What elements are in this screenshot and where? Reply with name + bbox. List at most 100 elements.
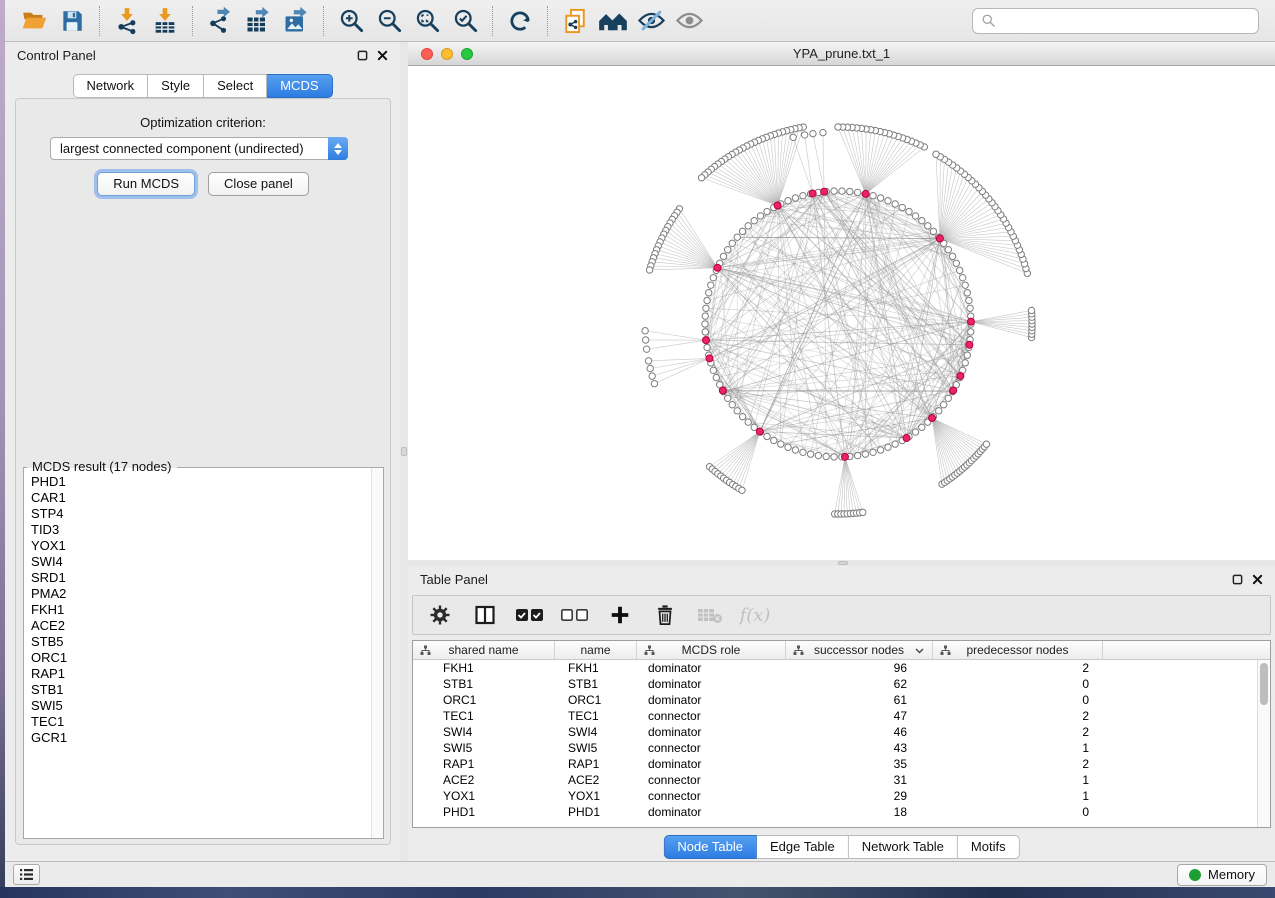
show-all-button[interactable] [670,4,708,38]
table-cell: 1 [933,740,1103,756]
table-row[interactable]: FKH1FKH1dominator962 [413,660,1270,676]
tab-network[interactable]: Network [72,74,148,98]
mcds-result-item[interactable]: FKH1 [31,602,371,618]
splitter-grabber[interactable] [838,561,848,565]
close-panel-icon[interactable] [1252,574,1263,585]
gear-icon [428,603,452,627]
mcds-result-item[interactable]: GCR1 [31,730,371,746]
toolbar-separator [192,6,193,36]
mcds-result-item[interactable]: YOX1 [31,538,371,554]
control-panel-tabbar: NetworkStyleSelectMCDS [72,74,332,98]
zoom-selected-button[interactable] [446,4,484,38]
tab-edge-table[interactable]: Edge Table [757,835,849,859]
tab-node-table[interactable]: Node Table [663,835,757,859]
table-scrollbar[interactable] [1257,660,1270,827]
mcds-list-scrollbar[interactable] [371,468,383,838]
function-builder-button: f(x) [740,600,770,630]
tab-select[interactable]: Select [204,74,267,98]
run-mcds-button[interactable]: Run MCDS [97,172,195,196]
mcds-result-item[interactable]: CAR1 [31,490,371,506]
mcds-result-item[interactable]: RAP1 [31,666,371,682]
column-header-shared-name[interactable]: shared name [413,641,555,659]
mcds-result-item[interactable]: ORC1 [31,650,371,666]
clone-network-button[interactable] [556,4,594,38]
import-network-button[interactable] [108,4,146,38]
mcds-result-item[interactable]: SRD1 [31,570,371,586]
mcds-result-item[interactable]: TEC1 [31,714,371,730]
show-columns-button[interactable] [470,600,500,630]
save-session-button[interactable] [53,4,91,38]
mcds-result-item[interactable]: SWI5 [31,698,371,714]
select-all-columns-button[interactable] [515,600,545,630]
mcds-result-item[interactable]: PHD1 [31,474,371,490]
show-panels-button[interactable] [13,864,40,885]
houses-icon [598,6,628,36]
mcds-result-item[interactable]: STB5 [31,634,371,650]
table-cell: 2 [933,660,1103,676]
first-neighbors-button[interactable] [594,4,632,38]
table-row[interactable]: TEC1TEC1connector472 [413,708,1270,724]
export-table-button[interactable] [239,4,277,38]
close-panel-button[interactable]: Close panel [208,172,309,196]
create-column-button[interactable] [605,600,635,630]
mcds-result-item[interactable]: STP4 [31,506,371,522]
import-table-button[interactable] [146,4,184,38]
table-row[interactable]: SWI5SWI5connector431 [413,740,1270,756]
toolbar-separator [492,6,493,36]
open-file-button[interactable] [15,4,53,38]
tab-mcds[interactable]: MCDS [267,74,332,98]
table-cell: PHD1 [555,804,637,820]
tab-motifs[interactable]: Motifs [958,835,1020,859]
memory-button[interactable]: Memory [1177,864,1267,886]
network-view-canvas[interactable] [408,66,1275,560]
mcds-result-item[interactable]: TID3 [31,522,371,538]
tab-network-table[interactable]: Network Table [849,835,958,859]
table-row[interactable]: YOX1YOX1connector291 [413,788,1270,804]
mcds-result-item[interactable]: ACE2 [31,618,371,634]
table-cell: 2 [933,708,1103,724]
float-panel-icon[interactable] [1232,574,1243,585]
table-row[interactable]: SWI4SWI4dominator462 [413,724,1270,740]
optimization-criterion-select[interactable]: largest connected component (undirected) [50,137,348,160]
table-row[interactable]: PHD1PHD1dominator180 [413,804,1270,820]
mcds-result-item[interactable]: PMA2 [31,586,371,602]
table-cell: ORC1 [555,692,637,708]
hide-selected-button[interactable] [632,4,670,38]
network-window-title: YPA_prune.txt_1 [408,46,1275,61]
column-header-MCDS-role[interactable]: MCDS role [637,641,786,659]
column-header-successor-nodes[interactable]: successor nodes [786,641,933,659]
table-cell: 29 [786,788,933,804]
unselect-all-columns-button[interactable] [560,600,590,630]
zoom-out-button[interactable] [370,4,408,38]
column-header-name[interactable]: name [555,641,637,659]
apply-layout-button[interactable] [501,4,539,38]
table-cell: 1 [933,772,1103,788]
table-cell: dominator [637,804,786,820]
delete-column-button[interactable] [650,600,680,630]
network-search-input[interactable] [972,8,1259,34]
column-settings-button[interactable] [425,600,455,630]
export-image-icon [282,7,310,35]
table-toolbar: f(x) [412,595,1271,635]
search-field[interactable] [1002,13,1250,28]
export-network-button[interactable] [201,4,239,38]
table-row[interactable]: ACE2ACE2connector311 [413,772,1270,788]
table-row[interactable]: ORC1ORC1dominator610 [413,692,1270,708]
mcds-result-item[interactable]: STB1 [31,682,371,698]
zoom-fit-button[interactable] [408,4,446,38]
table-row[interactable]: RAP1RAP1dominator352 [413,756,1270,772]
column-header-predecessor-nodes[interactable]: predecessor nodes [933,641,1103,659]
export-image-button[interactable] [277,4,315,38]
tab-style[interactable]: Style [148,74,204,98]
network-graph[interactable] [408,66,1275,560]
scrollbar-thumb[interactable] [1260,663,1268,705]
mcds-result-group: MCDS result (17 nodes) PHD1CAR1STP4TID3Y… [23,467,384,839]
splitter-grabber[interactable] [401,447,407,456]
vertical-splitter[interactable] [400,42,408,861]
mcds-result-item[interactable]: SWI4 [31,554,371,570]
float-panel-icon[interactable] [357,50,368,61]
close-panel-icon[interactable] [377,50,388,61]
list-icon [19,868,34,881]
zoom-in-button[interactable] [332,4,370,38]
table-row[interactable]: STB1STB1dominator620 [413,676,1270,692]
